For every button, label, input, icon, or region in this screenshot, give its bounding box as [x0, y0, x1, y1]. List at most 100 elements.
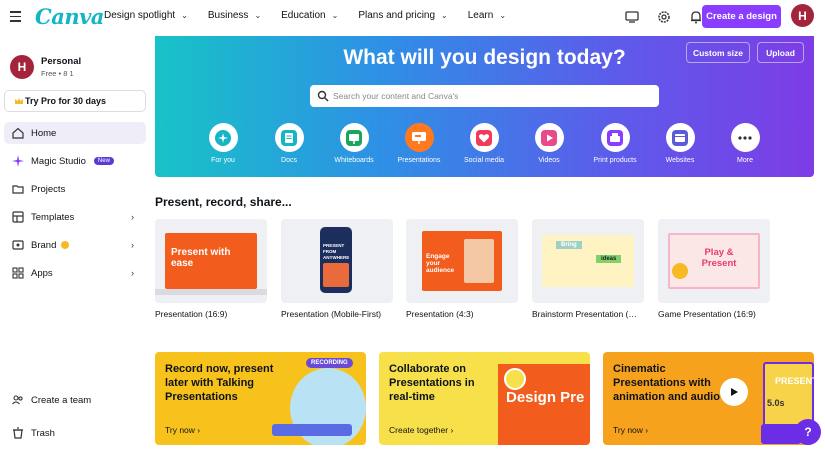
account-switcher[interactable]: H Personal Free • 8 1 — [10, 55, 81, 79]
chevron-down-icon: ⌄ — [254, 11, 262, 20]
video-icon — [534, 123, 564, 152]
category-for-you[interactable]: For you — [193, 123, 253, 164]
promo-link[interactable]: Try now › — [165, 425, 200, 435]
create-team-button[interactable]: Create a team — [4, 389, 146, 411]
create-team-label: Create a team — [31, 394, 92, 406]
account-plan: Free • 8 1 — [41, 69, 74, 78]
canva-logo[interactable]: Canva — [35, 4, 104, 29]
chevron-right-icon: › — [131, 212, 134, 222]
sidebar-item-home[interactable]: Home — [4, 122, 146, 144]
help-button[interactable]: ? — [795, 419, 821, 445]
brand-icon — [12, 240, 24, 250]
play-icon[interactable] — [720, 378, 748, 406]
create-design-button[interactable]: Create a design — [702, 5, 781, 28]
category-label: Social media — [463, 157, 505, 164]
sidebar-item-magic-studio[interactable]: Magic Studio New — [4, 150, 146, 172]
website-icon — [665, 123, 695, 152]
section-title: Present, record, share... — [155, 195, 292, 209]
heart-icon — [469, 123, 499, 152]
crown-icon — [15, 98, 23, 104]
nav-design-spotlight[interactable]: Design spotlight ⌄ — [104, 10, 188, 21]
category-docs[interactable]: Docs — [259, 123, 319, 164]
category-videos[interactable]: Videos — [519, 123, 579, 164]
category-whiteboards[interactable]: Whiteboards — [324, 123, 384, 164]
search-input[interactable]: Search your content and Canva's — [310, 85, 659, 107]
category-presentations[interactable]: Presentations — [389, 123, 449, 164]
nav-learn[interactable]: Learn ⌄ — [468, 10, 506, 21]
home-icon — [12, 127, 24, 139]
template-label: Presentation (4:3) — [406, 309, 474, 319]
template-thumbnail-text: Bring — [556, 241, 582, 249]
custom-size-button[interactable]: Custom size — [686, 42, 750, 63]
trash-label: Trash — [31, 427, 55, 439]
template-thumbnail-text: PRESENT FROM ANYWHERE — [323, 243, 350, 260]
promo-link[interactable]: Try now › — [613, 425, 648, 435]
template-thumbnail: PRESENT FROM ANYWHERE — [281, 219, 393, 303]
nav-label: Plans and pricing — [358, 10, 436, 21]
upload-button[interactable]: Upload — [757, 42, 804, 63]
account-name: Personal — [41, 56, 82, 67]
avatar[interactable]: H — [791, 4, 814, 27]
trash-button[interactable]: Trash — [4, 422, 146, 444]
chevron-down-icon: ⌄ — [441, 11, 448, 20]
presentation-icon — [404, 123, 434, 152]
nav-menu: Design spotlight ⌄ Business ⌄ Education ⌄ P… — [104, 10, 526, 21]
folder-icon — [12, 185, 24, 194]
promo-link-label: Try now — [165, 425, 195, 435]
sidebar-item-label: Home — [31, 127, 57, 139]
nav-label: Design spotlight — [104, 10, 176, 21]
category-label: Docs — [281, 157, 297, 164]
doc-icon — [274, 123, 304, 152]
magic-sparkle-icon — [12, 155, 24, 167]
sidebar-item-apps[interactable]: Apps › — [4, 262, 146, 284]
nav-plans-pricing[interactable]: Plans and pricing ⌄ — [358, 10, 447, 21]
promo-link-label: Create together — [389, 425, 449, 435]
promo-title: Cinematic Presentations with animation a… — [613, 363, 720, 403]
more-icon — [730, 123, 760, 152]
chevron-down-icon: ⌄ — [181, 11, 188, 20]
category-label: Presentations — [397, 157, 441, 164]
cinematic-timer: 5.0s — [767, 398, 785, 408]
promo-collaborate[interactable]: Collaborate on Presentations in real-tim… — [379, 352, 590, 445]
desktop-icon[interactable] — [623, 8, 641, 26]
template-card[interactable]: Engage your audience Presentation (4:3) — [406, 219, 518, 319]
collab-preview-text: Design Pre — [506, 389, 585, 406]
sidebar-item-brand[interactable]: Brand › — [4, 234, 146, 256]
template-label: Presentation (16:9) — [155, 309, 228, 319]
category-social-media[interactable]: Social media — [454, 123, 514, 164]
sidebar: H Personal Free • 8 1 Try Pro for 30 day… — [0, 36, 150, 449]
chevron-right-icon: › — [131, 268, 134, 278]
template-thumbnail-text: ideas — [596, 255, 622, 263]
category-label: Videos — [538, 157, 560, 164]
try-pro-label: Try Pro for 30 days — [25, 96, 107, 106]
try-pro-button[interactable]: Try Pro for 30 days — [4, 90, 146, 112]
nav-education[interactable]: Education ⌄ — [281, 10, 338, 21]
menu-icon[interactable] — [10, 11, 21, 22]
template-card[interactable]: PRESENT FROM ANYWHERE Presentation (Mobi… — [281, 219, 393, 319]
sidebar-item-templates[interactable]: Templates › — [4, 206, 146, 228]
promo-link[interactable]: Create together › — [389, 425, 453, 435]
template-label: Presentation (Mobile-First) — [281, 309, 382, 319]
template-thumbnail-text: Present with ease — [171, 247, 231, 269]
templates-icon — [12, 211, 24, 223]
recording-badge: RECORDING — [306, 358, 353, 368]
category-more[interactable]: More — [715, 123, 775, 164]
gear-icon[interactable] — [655, 8, 673, 26]
trash-icon — [13, 427, 23, 439]
apps-icon — [12, 267, 24, 279]
template-thumbnail: Bring ideas — [532, 219, 644, 303]
chevron-right-icon: › — [131, 240, 134, 250]
category-print-products[interactable]: Print products — [585, 123, 645, 164]
category-label: For you — [211, 157, 235, 164]
sidebar-item-projects[interactable]: Projects — [4, 178, 146, 200]
sidebar-item-label: Magic Studio — [31, 155, 86, 167]
nav-business[interactable]: Business ⌄ — [208, 10, 261, 21]
promo-talking-presentations[interactable]: Record now, present later with Talking P… — [155, 352, 366, 445]
template-card[interactable]: Bring ideas Brainstorm Presentation (… — [532, 219, 644, 319]
template-thumbnail-text: Play & Present — [701, 247, 737, 269]
promo-link-label: Try now — [613, 425, 643, 435]
promo-cinematic[interactable]: Cinematic Presentations with animation a… — [603, 352, 814, 445]
category-websites[interactable]: Websites — [650, 123, 710, 164]
template-card[interactable]: Present with ease Presentation (16:9) — [155, 219, 267, 319]
template-card[interactable]: Play & Present Game Presentation (16:9) — [658, 219, 770, 319]
